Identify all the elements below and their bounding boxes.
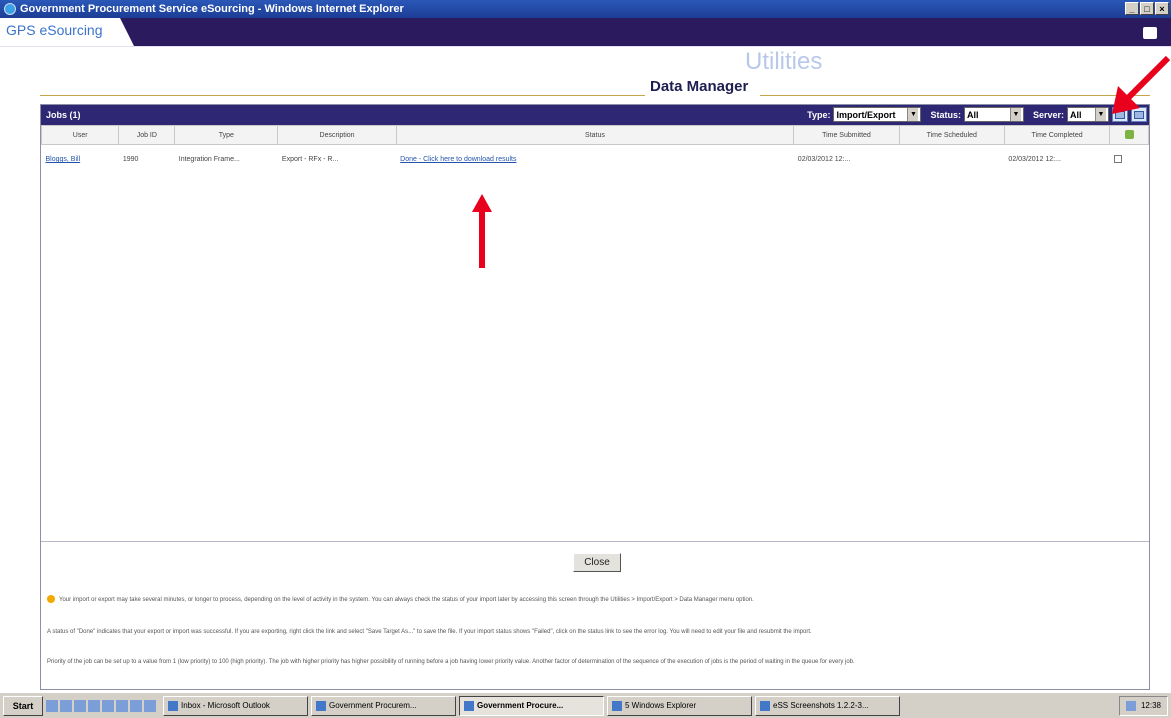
footer-divider bbox=[41, 541, 1149, 542]
start-label: Start bbox=[12, 700, 34, 711]
jobs-panel-header: Jobs (1) Type: Import/Export ▼ Status: Al… bbox=[41, 105, 1149, 125]
select-all-column[interactable] bbox=[1109, 125, 1149, 145]
minimize-button[interactable]: _ bbox=[1125, 2, 1139, 15]
page-title: Data Manager bbox=[650, 78, 749, 95]
clock[interactable]: 12:38 bbox=[1141, 701, 1161, 710]
job-id-cell: 1990 bbox=[122, 156, 139, 164]
logout-icon[interactable] bbox=[1143, 27, 1157, 39]
column-header[interactable]: Status bbox=[395, 125, 795, 145]
ie-icon bbox=[4, 3, 16, 15]
row-checkbox[interactable] bbox=[1113, 154, 1122, 163]
column-header[interactable]: Type bbox=[174, 125, 279, 145]
brand-logo[interactable]: GPS eSourcing bbox=[6, 22, 103, 38]
close-window-button[interactable]: × bbox=[1155, 2, 1169, 15]
quick-launch-icon[interactable] bbox=[74, 699, 86, 712]
utilities-watermark: Utilities bbox=[745, 48, 823, 75]
brand-bar bbox=[120, 18, 1171, 46]
column-header[interactable]: Time Scheduled bbox=[898, 125, 1005, 145]
chevron-down-icon: ▼ bbox=[1095, 108, 1106, 121]
chevron-down-icon: ▼ bbox=[1009, 108, 1021, 121]
quick-launch-icon[interactable] bbox=[46, 699, 58, 712]
taskbar-item-screenshots[interactable]: eSS Screenshots 1.2.2-3... bbox=[755, 695, 900, 716]
user-link[interactable]: Bloggs, Bill bbox=[46, 156, 81, 163]
type-filter-value: Import/Export bbox=[836, 109, 896, 120]
ie-icon bbox=[464, 700, 474, 711]
window-title: Government Procurement Service eSourcing… bbox=[20, 3, 404, 15]
completed-cell: 02/03/2012 12:... bbox=[1008, 156, 1061, 164]
scheduled-cell bbox=[899, 145, 1004, 175]
folder-icon bbox=[612, 700, 622, 711]
quick-launch-icon[interactable] bbox=[130, 699, 142, 712]
type-filter-label: Type: bbox=[807, 109, 831, 120]
tray-icon[interactable] bbox=[1125, 700, 1136, 711]
task-label: 5 Windows Explorer bbox=[625, 701, 697, 710]
table-row: Bloggs, Bill 1990 Integration Frame... E… bbox=[42, 145, 1149, 175]
system-tray: 12:38 bbox=[1118, 695, 1168, 716]
status-cell: Done - Click here to download results bbox=[396, 145, 794, 175]
status-filter-select[interactable]: All ▼ bbox=[963, 107, 1024, 122]
table-header-row: User Job ID Type Description Status Time… bbox=[40, 125, 1149, 145]
document-icon bbox=[760, 700, 770, 711]
windows-taskbar: Start Inbox - Microsoft Outlook Governme… bbox=[0, 692, 1171, 718]
ie-icon bbox=[316, 700, 326, 711]
jobs-count-label: Jobs (1) bbox=[46, 110, 81, 120]
description-cell: Export - RFx - R... bbox=[281, 156, 339, 164]
jobs-table: User Job ID Type Description Status Time… bbox=[40, 125, 1149, 175]
user-cell: Bloggs, Bill bbox=[42, 145, 119, 175]
quick-launch-icon[interactable] bbox=[102, 699, 114, 712]
info-note: A status of "Done" indicates that your e… bbox=[47, 629, 812, 635]
start-button[interactable]: Start bbox=[3, 695, 43, 716]
server-filter-label: Server: bbox=[1032, 109, 1064, 120]
quick-launch-icon[interactable] bbox=[88, 699, 100, 712]
type-filter-select[interactable]: Import/Export ▼ bbox=[833, 107, 922, 122]
taskbar-item-explorer[interactable]: 5 Windows Explorer bbox=[607, 695, 752, 716]
taskbar-item-outlook[interactable]: Inbox - Microsoft Outlook bbox=[163, 695, 308, 716]
close-button[interactable]: Close bbox=[573, 553, 621, 572]
annotation-arrow-diagonal-icon bbox=[1112, 56, 1170, 114]
outlook-icon bbox=[168, 700, 178, 711]
chevron-down-icon: ▼ bbox=[907, 108, 919, 121]
select-all-icon[interactable] bbox=[1124, 129, 1134, 139]
quick-launch bbox=[46, 699, 156, 712]
jobs-panel: Jobs (1) Type: Import/Export ▼ Status: Al… bbox=[40, 104, 1150, 690]
column-header[interactable]: Job ID bbox=[118, 125, 176, 145]
column-header[interactable]: Description bbox=[277, 125, 397, 145]
column-header[interactable]: User bbox=[40, 125, 120, 145]
window-titlebar: Government Procurement Service eSourcing… bbox=[0, 0, 1171, 18]
title-rule bbox=[40, 95, 645, 96]
table-empty-area bbox=[41, 175, 1149, 561]
title-rule-right bbox=[760, 95, 1150, 96]
quick-launch-icon[interactable] bbox=[116, 699, 128, 712]
note-text: Your import or export may take several m… bbox=[59, 597, 754, 603]
status-filter-label: Status: bbox=[930, 109, 961, 120]
quick-launch-icon[interactable] bbox=[60, 699, 72, 712]
maximize-button[interactable]: □ bbox=[1140, 2, 1154, 15]
type-cell: Integration Frame... bbox=[178, 156, 240, 164]
select-cell bbox=[1110, 145, 1149, 175]
info-note: Your import or export may take several m… bbox=[47, 595, 1141, 605]
info-note: Priority of the job can be set up to a v… bbox=[47, 659, 855, 665]
status-filter-value: All bbox=[966, 109, 979, 120]
submitted-cell: 02/03/2012 12:... bbox=[797, 156, 851, 164]
column-header[interactable]: Time Completed bbox=[1003, 125, 1111, 145]
server-filter-select[interactable]: All ▼ bbox=[1067, 107, 1109, 122]
quick-launch-icon[interactable] bbox=[144, 699, 156, 712]
header-divider bbox=[0, 46, 1171, 47]
info-icon bbox=[47, 595, 55, 604]
task-label: Government Procurem... bbox=[329, 701, 417, 710]
server-filter-value: All bbox=[1070, 109, 1082, 120]
taskbar-item-ie-1[interactable]: Government Procurem... bbox=[311, 695, 456, 716]
status-download-link[interactable]: Done - Click here to download results bbox=[400, 156, 516, 163]
taskbar-item-ie-active[interactable]: Government Procure... bbox=[459, 695, 604, 716]
task-label: Inbox - Microsoft Outlook bbox=[181, 701, 270, 710]
task-label: eSS Screenshots 1.2.2-3... bbox=[773, 701, 869, 710]
annotation-arrow-up-icon bbox=[472, 194, 492, 268]
task-label: Government Procure... bbox=[477, 701, 564, 710]
column-header[interactable]: Time Submitted bbox=[793, 125, 900, 145]
